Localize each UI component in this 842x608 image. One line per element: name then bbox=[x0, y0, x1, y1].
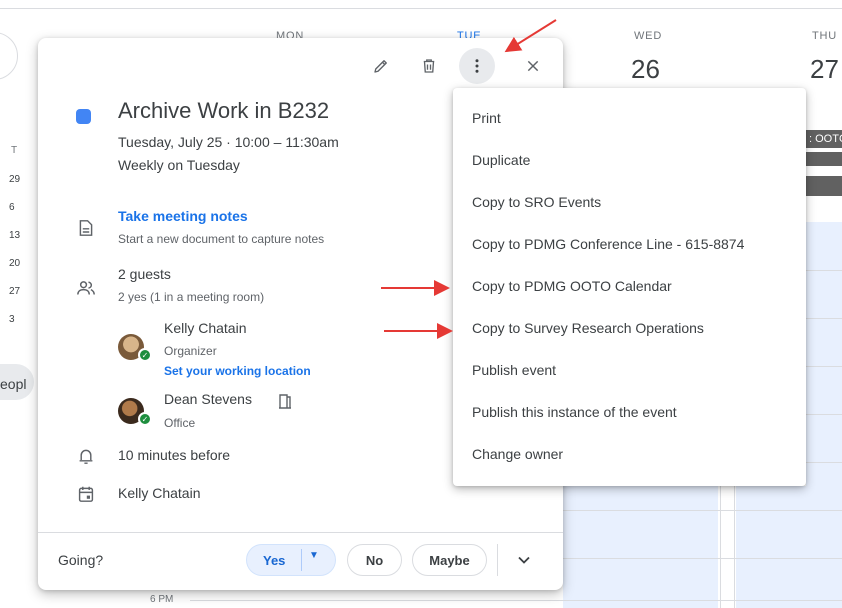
day-number-wed[interactable]: 26 bbox=[631, 54, 660, 85]
event-options-menu: Print Duplicate Copy to SRO Events Copy … bbox=[453, 88, 806, 486]
event-color-swatch bbox=[76, 109, 91, 124]
hour-gridline bbox=[190, 600, 842, 601]
rsvp-prompt: Going? bbox=[58, 552, 104, 568]
hour-gridline bbox=[563, 510, 842, 511]
menu-item-copy-survey-research-operations[interactable]: Copy to Survey Research Operations bbox=[453, 307, 806, 349]
rsvp-maybe-button[interactable]: Maybe bbox=[412, 544, 487, 576]
top-divider bbox=[0, 8, 842, 9]
event-block-wed[interactable] bbox=[563, 486, 718, 608]
event-block-thu-top[interactable] bbox=[806, 222, 842, 486]
document-icon bbox=[76, 218, 96, 238]
mini-calendar-weekday: T bbox=[11, 145, 18, 156]
guests-summary: 2 yes (1 in a meeting room) bbox=[118, 290, 265, 304]
day-divider bbox=[720, 486, 721, 608]
guests-icon bbox=[76, 278, 96, 298]
edit-event-button[interactable] bbox=[363, 48, 399, 84]
bell-icon bbox=[76, 446, 96, 466]
day-header-thu: THU bbox=[812, 30, 838, 42]
guest-name[interactable]: Dean Stevens bbox=[164, 391, 252, 407]
event-recurrence: Weekly on Tuesday bbox=[118, 157, 240, 173]
mini-calendar-date[interactable]: 13 bbox=[9, 230, 20, 241]
hour-gridline bbox=[806, 414, 842, 415]
pencil-icon bbox=[374, 60, 387, 73]
trash-icon bbox=[423, 59, 435, 73]
event-title: Archive Work in B232 bbox=[118, 98, 330, 123]
day-header-wed: WED bbox=[634, 30, 663, 42]
guest-role: Office bbox=[164, 416, 196, 430]
mini-calendar-date[interactable]: 20 bbox=[9, 258, 20, 269]
accepted-check-icon: ✓ bbox=[138, 348, 152, 362]
guest-role: Organizer bbox=[164, 344, 217, 358]
hour-gridline bbox=[806, 270, 842, 271]
search-people-label: eopl bbox=[0, 376, 27, 392]
hour-gridline bbox=[806, 318, 842, 319]
menu-item-copy-pdmg-conference-line[interactable]: Copy to PDMG Conference Line - 615-8874 bbox=[453, 223, 806, 265]
delete-event-button[interactable] bbox=[411, 48, 447, 84]
close-button[interactable] bbox=[515, 48, 551, 84]
mini-calendar-date[interactable]: 27 bbox=[9, 286, 20, 297]
mini-calendar-date[interactable]: 3 bbox=[9, 314, 15, 325]
options-button[interactable] bbox=[459, 48, 495, 84]
rsvp-yes-label: Yes bbox=[263, 553, 286, 568]
day-number-thu[interactable]: 27 bbox=[810, 54, 839, 85]
meeting-room-icon bbox=[278, 393, 292, 409]
menu-item-publish-event[interactable]: Publish event bbox=[453, 349, 806, 391]
menu-item-copy-pdmg-ooto-calendar[interactable]: Copy to PDMG OOTO Calendar bbox=[453, 265, 806, 307]
event-bar[interactable] bbox=[806, 176, 842, 196]
menu-item-copy-sro-events[interactable]: Copy to SRO Events bbox=[453, 181, 806, 223]
close-icon bbox=[527, 60, 539, 72]
create-button[interactable] bbox=[0, 32, 18, 80]
chevron-down-icon[interactable] bbox=[514, 550, 534, 570]
accepted-check-icon: ✓ bbox=[138, 412, 152, 426]
mini-calendar-date[interactable]: 6 bbox=[9, 202, 15, 213]
take-meeting-notes-link[interactable]: Take meeting notes bbox=[118, 208, 248, 224]
guest-name[interactable]: Kelly Chatain bbox=[164, 320, 247, 336]
menu-item-change-owner[interactable]: Change owner bbox=[453, 433, 806, 475]
reminder-text: 10 minutes before bbox=[118, 447, 231, 463]
event-datetime: Tuesday, July 25 · 10:00 – 11:30am bbox=[118, 134, 339, 150]
rsvp-no-button[interactable]: No bbox=[347, 544, 402, 576]
hour-gridline bbox=[806, 366, 842, 367]
card-footer-divider bbox=[38, 532, 563, 533]
rsvp-yes-button[interactable]: Yes ▼ bbox=[246, 544, 336, 576]
guests-count: 2 guests bbox=[118, 266, 171, 282]
calendar-owner: Kelly Chatain bbox=[118, 485, 201, 501]
hour-gridline bbox=[806, 462, 842, 463]
rsvp-split-divider bbox=[301, 549, 302, 571]
menu-item-duplicate[interactable]: Duplicate bbox=[453, 139, 806, 181]
calendar-icon bbox=[76, 484, 96, 504]
set-working-location-link[interactable]: Set your working location bbox=[164, 364, 311, 378]
hour-gridline bbox=[563, 558, 842, 559]
time-label-6pm: 6 PM bbox=[150, 594, 174, 605]
event-bar[interactable] bbox=[806, 152, 842, 166]
menu-item-publish-instance[interactable]: Publish this instance of the event bbox=[453, 391, 806, 433]
event-block-thu[interactable] bbox=[736, 486, 842, 608]
calendar-app: T 29 6 13 20 27 3 eopl MON TUE WED THU 2… bbox=[0, 0, 842, 608]
dropdown-arrow-icon[interactable]: ▼ bbox=[309, 550, 319, 561]
menu-item-print[interactable]: Print bbox=[453, 97, 806, 139]
footer-divider bbox=[497, 544, 498, 576]
mini-calendar-date[interactable]: 29 bbox=[9, 174, 20, 185]
notes-description: Start a new document to capture notes bbox=[118, 232, 325, 246]
day-divider bbox=[734, 486, 735, 608]
more-vert-icon bbox=[475, 59, 479, 73]
ooto-event-bar[interactable]: : OOTC bbox=[806, 130, 842, 148]
